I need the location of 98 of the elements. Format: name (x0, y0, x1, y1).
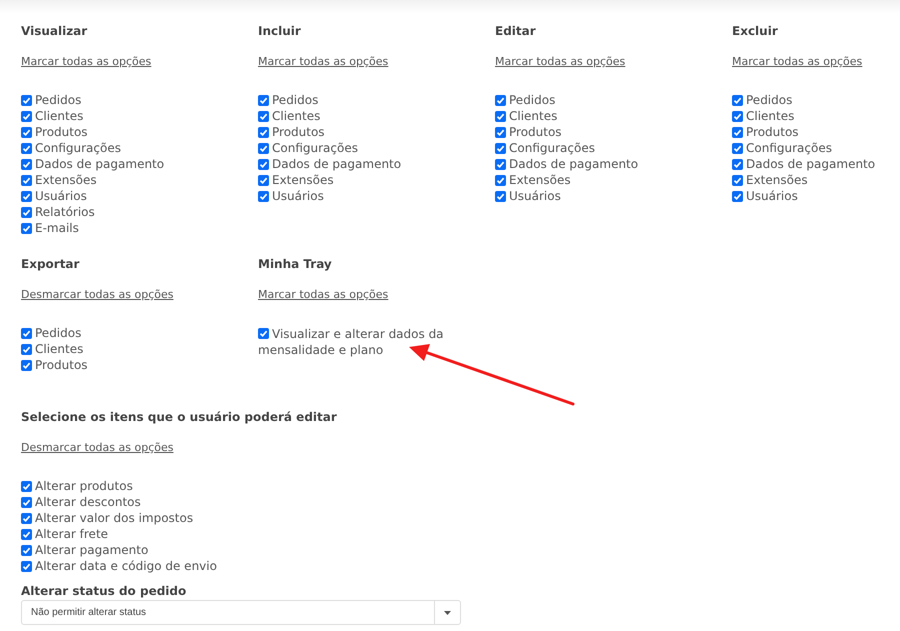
checkbox-label: Pedidos (35, 325, 82, 341)
checkbox[interactable] (732, 127, 743, 138)
checkbox[interactable] (21, 95, 32, 106)
group-title: Visualizar (21, 23, 88, 39)
checkbox-label: Alterar valor dos impostos (35, 510, 194, 526)
checkbox[interactable] (495, 127, 506, 138)
group-title: Minha Tray (258, 256, 333, 272)
group-title: Exportar (21, 256, 80, 272)
checkbox[interactable] (732, 95, 743, 106)
toggle-all-link[interactable]: Marcar todas as opções (258, 287, 388, 303)
toggle-all-link[interactable]: Marcar todas as opções (732, 54, 862, 70)
checkbox[interactable] (21, 344, 32, 355)
checkbox-label: Produtos (35, 357, 88, 373)
checkbox-label: Visualizar e alterar dados da mensalidade e plano (258, 326, 445, 358)
checkbox[interactable] (21, 481, 32, 492)
checkbox-label: Clientes (509, 108, 558, 124)
checkbox[interactable] (21, 545, 32, 556)
checkbox-label: Dados de pagamento (272, 156, 402, 172)
checkbox[interactable] (495, 175, 506, 186)
checkbox[interactable] (495, 191, 506, 202)
checkbox[interactable] (732, 175, 743, 186)
checkbox[interactable] (21, 529, 32, 540)
checkbox-label: Alterar pagamento (35, 542, 148, 558)
field-label: Alterar status do pedido (21, 583, 188, 599)
status-select[interactable]: Não permitir alterar status (21, 600, 461, 625)
group-title: Incluir (258, 23, 302, 39)
checkbox-label: Pedidos (509, 92, 556, 108)
checkbox-label: Dados de pagamento (509, 156, 638, 172)
checkbox-label: Clientes (272, 108, 320, 124)
checkbox[interactable] (258, 328, 269, 339)
checkbox[interactable] (258, 111, 269, 122)
toggle-all-link[interactable]: Marcar todas as opções (21, 54, 152, 70)
checkbox[interactable] (258, 143, 269, 154)
checkbox-label: Pedidos (746, 92, 792, 108)
checkbox-label: Extensões (509, 172, 571, 188)
checkbox[interactable] (495, 143, 506, 154)
checkbox-label: Extensões (35, 172, 97, 188)
checkbox-label: Clientes (746, 108, 794, 124)
checkbox-label: Extensões (272, 172, 334, 188)
checkbox-label: Relatórios (35, 204, 95, 220)
caret-icon (444, 610, 451, 614)
checkbox-label: Alterar produtos (35, 478, 133, 494)
checkbox[interactable] (732, 159, 743, 170)
checkbox[interactable] (258, 159, 269, 170)
checkbox[interactable] (21, 561, 32, 572)
checkbox-label: Extensões (746, 172, 808, 188)
checkbox-label: Configurações (509, 140, 595, 156)
select-value: Não permitir alterar status (30, 606, 148, 620)
checkbox[interactable] (21, 207, 32, 218)
checkbox[interactable] (495, 95, 506, 106)
group-title: Editar (495, 23, 537, 39)
checkbox[interactable] (21, 360, 32, 371)
checkbox-label: Configurações (272, 140, 358, 156)
checkbox-label: Pedidos (35, 92, 82, 108)
checkbox-label: Produtos (272, 124, 325, 140)
checkbox-label: Pedidos (272, 92, 318, 108)
toggle-all-link[interactable]: Marcar todas as opções (258, 54, 388, 70)
checkbox-label: Usuários (272, 188, 324, 204)
checkbox-label: Configurações (35, 140, 121, 156)
group-title: Excluir (732, 23, 779, 39)
checkbox-label: Produtos (509, 124, 562, 140)
checkbox[interactable] (21, 159, 32, 170)
checkbox[interactable] (21, 497, 32, 508)
checkbox-label: Configurações (746, 140, 832, 156)
checkbox[interactable] (21, 111, 32, 122)
checkbox[interactable] (21, 513, 32, 524)
checkbox[interactable] (495, 159, 506, 170)
toggle-all-link[interactable]: Desmarcar todas as opções (21, 287, 174, 303)
checkbox-label: Clientes (35, 341, 84, 357)
checkbox-label: Dados de pagamento (746, 156, 876, 172)
checkbox[interactable] (258, 191, 269, 202)
checkbox[interactable] (732, 143, 743, 154)
checkbox[interactable] (732, 111, 743, 122)
checkbox-label: Clientes (35, 108, 84, 124)
checkbox[interactable] (732, 191, 743, 202)
checkbox-label: Usuários (35, 188, 87, 204)
toggle-all-link[interactable]: Marcar todas as opções (495, 54, 626, 70)
checkbox[interactable] (21, 223, 32, 234)
checkbox[interactable] (21, 143, 32, 154)
checkbox-label: Dados de pagamento (35, 156, 164, 172)
checkbox-label: Usuários (509, 188, 561, 204)
toggle-all-link[interactable]: Desmarcar todas as opções (21, 440, 174, 456)
checkbox[interactable] (258, 175, 269, 186)
checkbox[interactable] (258, 95, 269, 106)
checkbox-label: E-mails (35, 220, 79, 236)
checkbox-label: Alterar data e código de envio (35, 558, 217, 574)
section-title: Selecione os itens que o usuário poderá editar (21, 409, 338, 425)
checkbox-label: Usuários (746, 188, 798, 204)
checkbox[interactable] (21, 175, 32, 186)
checkbox[interactable] (21, 328, 32, 339)
checkbox-label: Alterar descontos (35, 494, 141, 510)
checkbox[interactable] (21, 191, 32, 202)
checkbox[interactable] (495, 111, 506, 122)
checkbox-label: Alterar frete (35, 526, 108, 542)
checkbox[interactable] (21, 127, 32, 138)
checkbox-label: Produtos (35, 124, 88, 140)
checkbox[interactable] (258, 127, 269, 138)
checkbox-label: Produtos (746, 124, 799, 140)
